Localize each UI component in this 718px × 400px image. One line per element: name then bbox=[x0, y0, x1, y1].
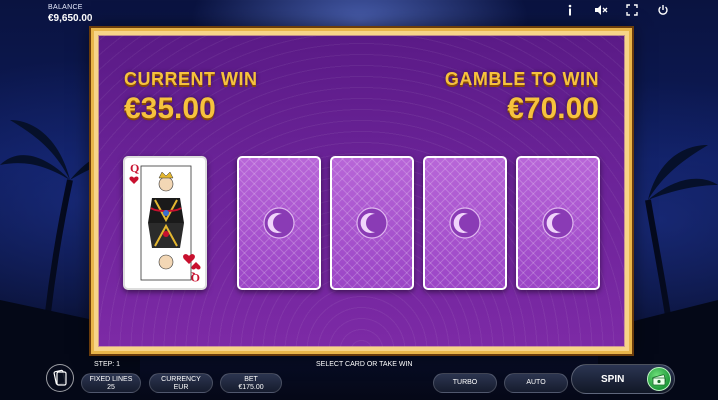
moon-logo-icon bbox=[263, 207, 295, 239]
current-win-label: CURRENT WIN bbox=[124, 69, 258, 89]
currency-label: CURRENCY bbox=[161, 376, 201, 383]
hidden-card-3[interactable] bbox=[423, 156, 507, 290]
gamble-hint: SELECT CARD OR TAKE WIN bbox=[316, 361, 413, 368]
fullscreen-icon[interactable] bbox=[625, 3, 639, 17]
power-icon[interactable] bbox=[656, 3, 670, 17]
gamble-to-win-value: €70.00 bbox=[507, 92, 599, 125]
hidden-card-2[interactable] bbox=[330, 156, 414, 290]
sound-off-icon[interactable] bbox=[594, 3, 608, 17]
auto-button[interactable]: AUTO bbox=[504, 373, 568, 393]
info-icon[interactable] bbox=[563, 3, 577, 17]
fixed-lines-display: FIXED LINES 25 bbox=[81, 373, 141, 393]
balance-value: €9,650.00 bbox=[48, 13, 93, 24]
moon-logo-icon bbox=[449, 207, 481, 239]
dealer-card-queen-of-hearts: Q Q bbox=[123, 156, 207, 290]
current-win-value: €35.00 bbox=[124, 92, 216, 125]
moon-logo-icon bbox=[542, 207, 574, 239]
fixed-lines-value: 25 bbox=[107, 384, 115, 391]
currency-value: EUR bbox=[173, 384, 189, 391]
queen-of-hearts-icon: Q Q bbox=[129, 161, 201, 285]
svg-text:Q: Q bbox=[130, 161, 139, 175]
hidden-card-1[interactable] bbox=[237, 156, 321, 290]
take-win-icon[interactable] bbox=[647, 367, 671, 391]
fixed-lines-label: FIXED LINES bbox=[89, 376, 133, 383]
svg-text:Q: Q bbox=[191, 271, 200, 285]
gamble-to-win: GAMBLE TO WIN €70.00 bbox=[445, 69, 599, 126]
gamble-panel: CURRENT WIN €35.00 GAMBLE TO WIN €70.00 … bbox=[91, 28, 632, 354]
spin-label: SPIN bbox=[601, 374, 625, 385]
spin-button[interactable]: SPIN bbox=[571, 364, 675, 394]
balance-label: BALANCE bbox=[48, 4, 83, 11]
gamble-to-win-label: GAMBLE TO WIN bbox=[444, 69, 599, 89]
top-controls bbox=[563, 3, 670, 17]
cards-menu-icon bbox=[53, 369, 67, 386]
bet-selector[interactable]: BET €175.00 bbox=[220, 373, 282, 393]
bet-value: €175.00 bbox=[238, 384, 264, 391]
gamble-step: STEP: 1 bbox=[94, 361, 121, 368]
currency-display: CURRENCY EUR bbox=[149, 373, 213, 393]
balance-display: BALANCE €9,650.00 bbox=[48, 4, 93, 24]
bet-label: BET bbox=[244, 376, 258, 383]
menu-button[interactable] bbox=[46, 364, 74, 392]
turbo-button[interactable]: TURBO bbox=[433, 373, 497, 393]
hidden-card-4[interactable] bbox=[516, 156, 600, 290]
moon-logo-icon bbox=[356, 207, 388, 239]
current-win: CURRENT WIN €35.00 bbox=[124, 69, 258, 126]
